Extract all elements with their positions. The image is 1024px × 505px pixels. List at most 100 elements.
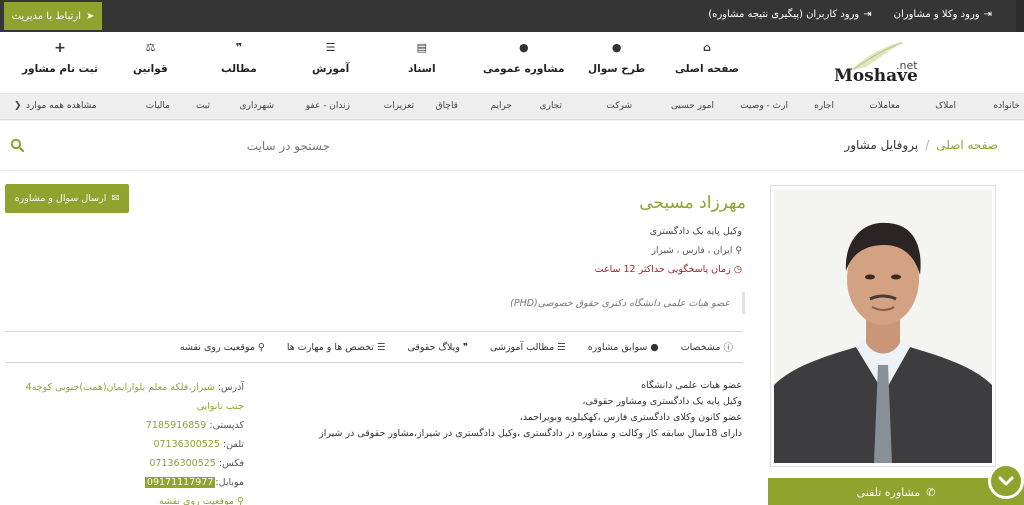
nav-register-advisor-label: ثبت نام مشاور xyxy=(22,63,98,75)
tab-skills[interactable]: ☰ تخصص ها و مهارت ها xyxy=(287,342,386,353)
chevron-down-icon[interactable] xyxy=(988,463,1024,499)
postal-label: کدپستی: xyxy=(209,420,244,431)
tab-legal-blog[interactable]: ❞ ویلاگ حقوقی xyxy=(407,342,468,353)
breadcrumb-home[interactable]: صفحه اصلی xyxy=(936,138,998,152)
category-item[interactable]: ثبت xyxy=(196,101,210,111)
category-item[interactable]: اجاره xyxy=(814,101,834,111)
category-item[interactable]: املاک xyxy=(935,101,956,111)
phone-icon: ✆ xyxy=(926,485,936,499)
list-icon: ☰ xyxy=(557,341,566,353)
comments-icon: ● xyxy=(650,341,659,353)
user-login-label: ورود کاربران (پیگیری نتیجه مشاوره) xyxy=(708,9,860,20)
balance-icon: ⚖ xyxy=(145,41,156,54)
mobile-row: موبایل:09171117977 xyxy=(14,473,244,492)
lawyer-login-link[interactable]: ⇥ ورود وکلا و مشاوران xyxy=(894,9,992,20)
plus-icon: + xyxy=(54,40,66,56)
bio-line: عضو هیات علمی دانشگاه xyxy=(641,380,742,391)
fax-label: فکس: xyxy=(218,458,244,469)
category-item[interactable]: شرکت xyxy=(606,101,632,111)
quote-icon: ❞ xyxy=(462,341,469,353)
search-input[interactable] xyxy=(170,135,330,157)
list-icon: ☰ xyxy=(325,41,336,54)
user-login-link[interactable]: ⇥ ورود کاربران (پیگیری نتیجه مشاوره) xyxy=(708,9,871,20)
map-link[interactable]: موقعیت روی نقشه xyxy=(159,496,234,505)
phone-value[interactable]: 07136300525 xyxy=(153,439,220,450)
profile-content: ✉ ارسال سوال و مشاوره مهرزاد مسیحی وکیل … xyxy=(0,171,1024,505)
category-item[interactable]: شهرداری xyxy=(239,101,274,111)
nav-home[interactable]: ⌂ صفحه اصلی xyxy=(675,41,739,76)
nav-register-advisor[interactable]: + ثبت نام مشاور xyxy=(22,40,98,75)
category-item[interactable]: خانواده xyxy=(993,101,1020,111)
map-marker-icon: ⚲ xyxy=(237,496,244,505)
home-icon: ⌂ xyxy=(703,41,711,54)
bio-line: وکیل پایه یک دادگستری ومشاور حقوقی، xyxy=(582,396,742,407)
category-item[interactable]: معاملات xyxy=(869,101,900,111)
map-link-row[interactable]: ⚲ موقعیت روی نقشه xyxy=(14,492,244,505)
profile-tabs: ⓘ مشخصات ● سوابق مشاوره ☰ مطالب آموزشی ❞ ویل… xyxy=(5,331,743,363)
category-item[interactable]: ارث - وصیت xyxy=(740,101,788,111)
document-icon: ▤ xyxy=(416,41,427,54)
phone-consult-label: مشاوره تلفنی xyxy=(856,485,921,499)
nav-public-consult[interactable]: ● مشاوره عمومی xyxy=(483,42,565,76)
tab-details[interactable]: ⓘ مشخصات xyxy=(680,340,733,355)
nav-ask-question[interactable]: ● طرح سوال xyxy=(588,41,645,76)
category-item[interactable]: تعزیرات xyxy=(384,101,414,111)
tab-skills-label: تخصص ها و مهارت ها xyxy=(286,341,374,353)
contact-admin-button[interactable]: ➤ ارتباط با مدیریت xyxy=(4,2,102,30)
tab-consult-history[interactable]: ● سوابق مشاوره xyxy=(588,342,659,353)
tab-legal-blog-label: ویلاگ حقوقی xyxy=(407,341,460,353)
category-item[interactable]: قاچاق xyxy=(436,101,458,111)
postal-value: 7185916859 xyxy=(145,420,207,431)
phone-row: تلفن: 07136300525 xyxy=(14,435,244,454)
lawyer-login-label: ورود وکلا و مشاوران xyxy=(893,9,980,20)
info-icon: ⓘ xyxy=(723,343,733,354)
send-question-button[interactable]: ✉ ارسال سوال و مشاوره xyxy=(5,184,129,213)
nav-documents-label: اسناد xyxy=(408,63,436,75)
nav-education-label: آموزش xyxy=(312,63,350,75)
tab-consult-history-label: سوابق مشاوره xyxy=(587,341,648,353)
advisor-title: وکیل پایه یک دادگستری xyxy=(649,226,742,237)
phone-consult-button[interactable]: ✆ مشاوره تلفنی xyxy=(768,478,1024,505)
see-all-categories[interactable]: مشاهده همه موارد xyxy=(26,101,97,111)
send-question-label: ارسال سوال و مشاوره xyxy=(14,193,107,204)
tab-details-label: مشخصات xyxy=(680,341,721,353)
chevron-left-icon: ❮ xyxy=(14,101,22,111)
nav-education[interactable]: ☰ آموزش xyxy=(312,41,350,76)
tab-map-location[interactable]: ⚲ موقعیت روی نقشه xyxy=(180,342,265,353)
postal-row: کدپستی: 7185916859 xyxy=(14,416,244,435)
category-item[interactable]: زندان - عفو xyxy=(306,101,350,111)
advisor-quote: عضو هیات علمی دانشگاه دکتری حقوق خصوصی(P… xyxy=(510,292,745,314)
advisor-name: مهرزاد مسیحی xyxy=(639,193,746,213)
category-item[interactable]: مالیات xyxy=(146,101,170,111)
tab-educational-articles-label: مطالب آموزشی xyxy=(490,341,555,353)
contact-info: آدرس: شیراز،فلکه معلم بلوارایمان(همت)جنو… xyxy=(14,378,244,505)
list-icon: ☰ xyxy=(376,341,386,353)
nav-laws[interactable]: ⚖ قوانین xyxy=(133,41,168,76)
tab-educational-articles[interactable]: ☰ مطالب آموزشی xyxy=(490,342,566,353)
comment-icon: ● xyxy=(611,41,622,54)
nav-documents[interactable]: ▤ اسناد xyxy=(408,41,436,76)
category-item[interactable]: جرایم xyxy=(490,101,512,111)
mobile-value[interactable]: 09171117977 xyxy=(144,477,216,488)
category-bar: خانواده املاک معاملات اجاره ارث - وصیت ا… xyxy=(0,94,1024,120)
mobile-label: موبایل: xyxy=(215,477,244,488)
tab-map-location-label: موقعیت روی نقشه xyxy=(179,341,255,353)
breadcrumb: صفحه اصلی / پروفایل مشاور xyxy=(844,138,998,152)
quote-icon: ❞ xyxy=(235,41,243,54)
search-row: صفحه اصلی / پروفایل مشاور xyxy=(0,121,1024,171)
category-item[interactable]: امور حسبی xyxy=(671,101,714,111)
nav-public-consult-label: مشاوره عمومی xyxy=(483,63,565,75)
top-bar: ➤ ارتباط با مدیریت ⇥ ورود وکلا و مشاوران… xyxy=(0,0,1024,32)
response-time-text: زمان پاسخگویی حداکثر 12 ساعت xyxy=(594,264,731,275)
address-label: آدرس: xyxy=(217,382,244,393)
site-logo[interactable]: .net Moshavere xyxy=(832,37,938,87)
envelope-icon: ✉ xyxy=(111,193,120,204)
main-nav: .net Moshavere ⌂ صفحه اصلی ● طرح سوال ● … xyxy=(0,32,1024,94)
send-icon: ➤ xyxy=(86,10,95,22)
nav-articles[interactable]: ❞ مطالب xyxy=(221,41,257,76)
category-item[interactable]: تجاری xyxy=(540,101,562,111)
search-icon[interactable] xyxy=(10,138,24,152)
nav-home-label: صفحه اصلی xyxy=(675,63,739,75)
bio-line: دارای 18سال سابقه کار وکالت و مشاوره در … xyxy=(319,428,742,439)
fax-value: 07136300525 xyxy=(149,458,216,469)
